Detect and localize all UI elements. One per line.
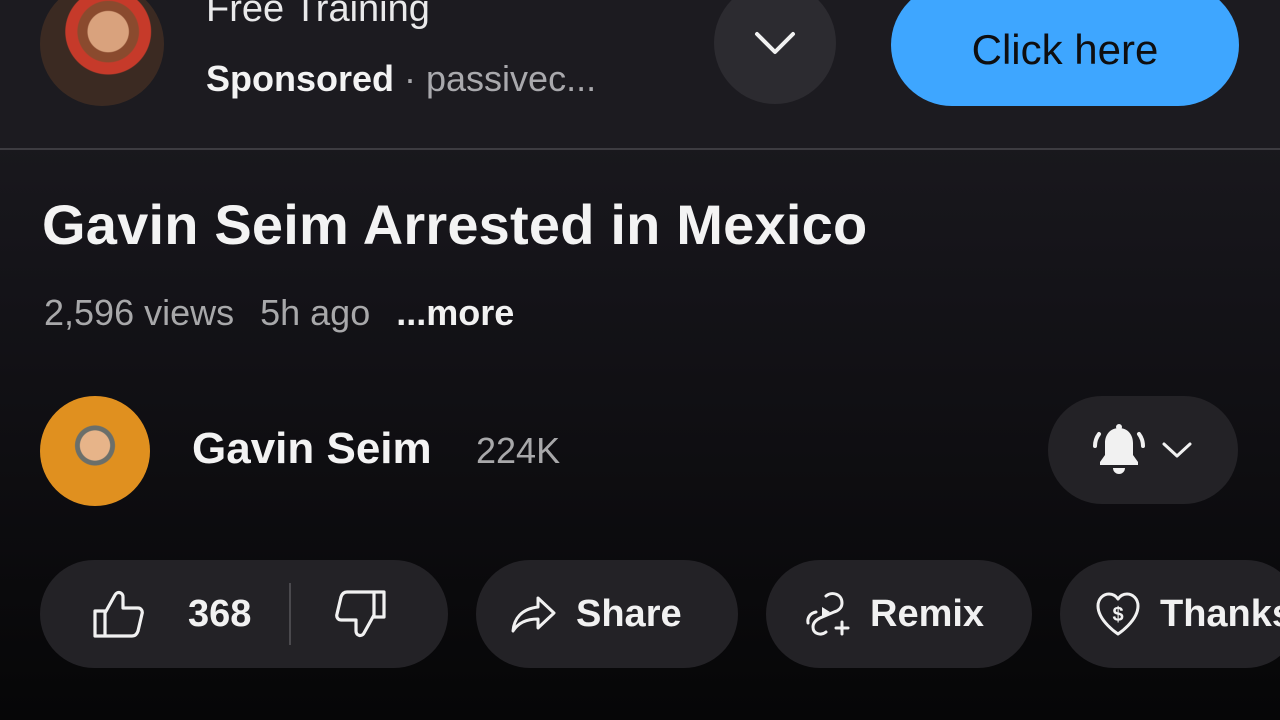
- like-button[interactable]: 368: [92, 589, 251, 639]
- thanks-label: Thanks: [1160, 592, 1280, 635]
- remix-icon: [806, 592, 850, 636]
- chevron-down-icon: [755, 32, 795, 54]
- thumbs-up-icon: [93, 590, 144, 638]
- remix-label: Remix: [870, 592, 985, 635]
- ad-title[interactable]: Free Training: [206, 0, 430, 31]
- thanks-button[interactable]: $ Thanks: [1060, 560, 1280, 668]
- chevron-down-icon: [1162, 442, 1192, 458]
- share-button[interactable]: Share: [476, 560, 738, 668]
- notification-settings-button[interactable]: [1048, 396, 1238, 504]
- divider: [0, 148, 1280, 150]
- subscriber-count: 224K: [476, 430, 561, 471]
- view-count: 2,596 views: [44, 292, 235, 333]
- upload-age: 5h ago: [260, 292, 371, 333]
- ad-domain: passivec...: [426, 58, 597, 99]
- like-dislike-pill: 368: [40, 560, 448, 668]
- divider: [289, 583, 292, 645]
- share-label: Share: [576, 592, 682, 635]
- svg-text:$: $: [1112, 604, 1123, 626]
- remix-button[interactable]: Remix: [766, 560, 1032, 668]
- share-icon: [511, 596, 556, 633]
- dislike-button[interactable]: [333, 589, 387, 639]
- ad-cta-button[interactable]: Click here: [891, 0, 1239, 106]
- sponsored-label: Sponsored: [206, 58, 395, 99]
- like-count: 368: [188, 592, 252, 635]
- more-button[interactable]: ...more: [396, 292, 514, 333]
- separator-dot: ·: [404, 58, 417, 99]
- thumbs-down-icon: [335, 590, 387, 638]
- heart-dollar-icon: $: [1096, 592, 1140, 636]
- video-meta: 2,596 views 5h ago ...more: [44, 292, 514, 334]
- channel-avatar[interactable]: [40, 396, 150, 506]
- bell-icon: [1093, 424, 1145, 474]
- ad-subtitle: Sponsored · passivec...: [206, 58, 596, 100]
- channel-name[interactable]: Gavin Seim: [192, 424, 432, 474]
- video-title: Gavin Seim Arrested in Mexico: [42, 193, 868, 256]
